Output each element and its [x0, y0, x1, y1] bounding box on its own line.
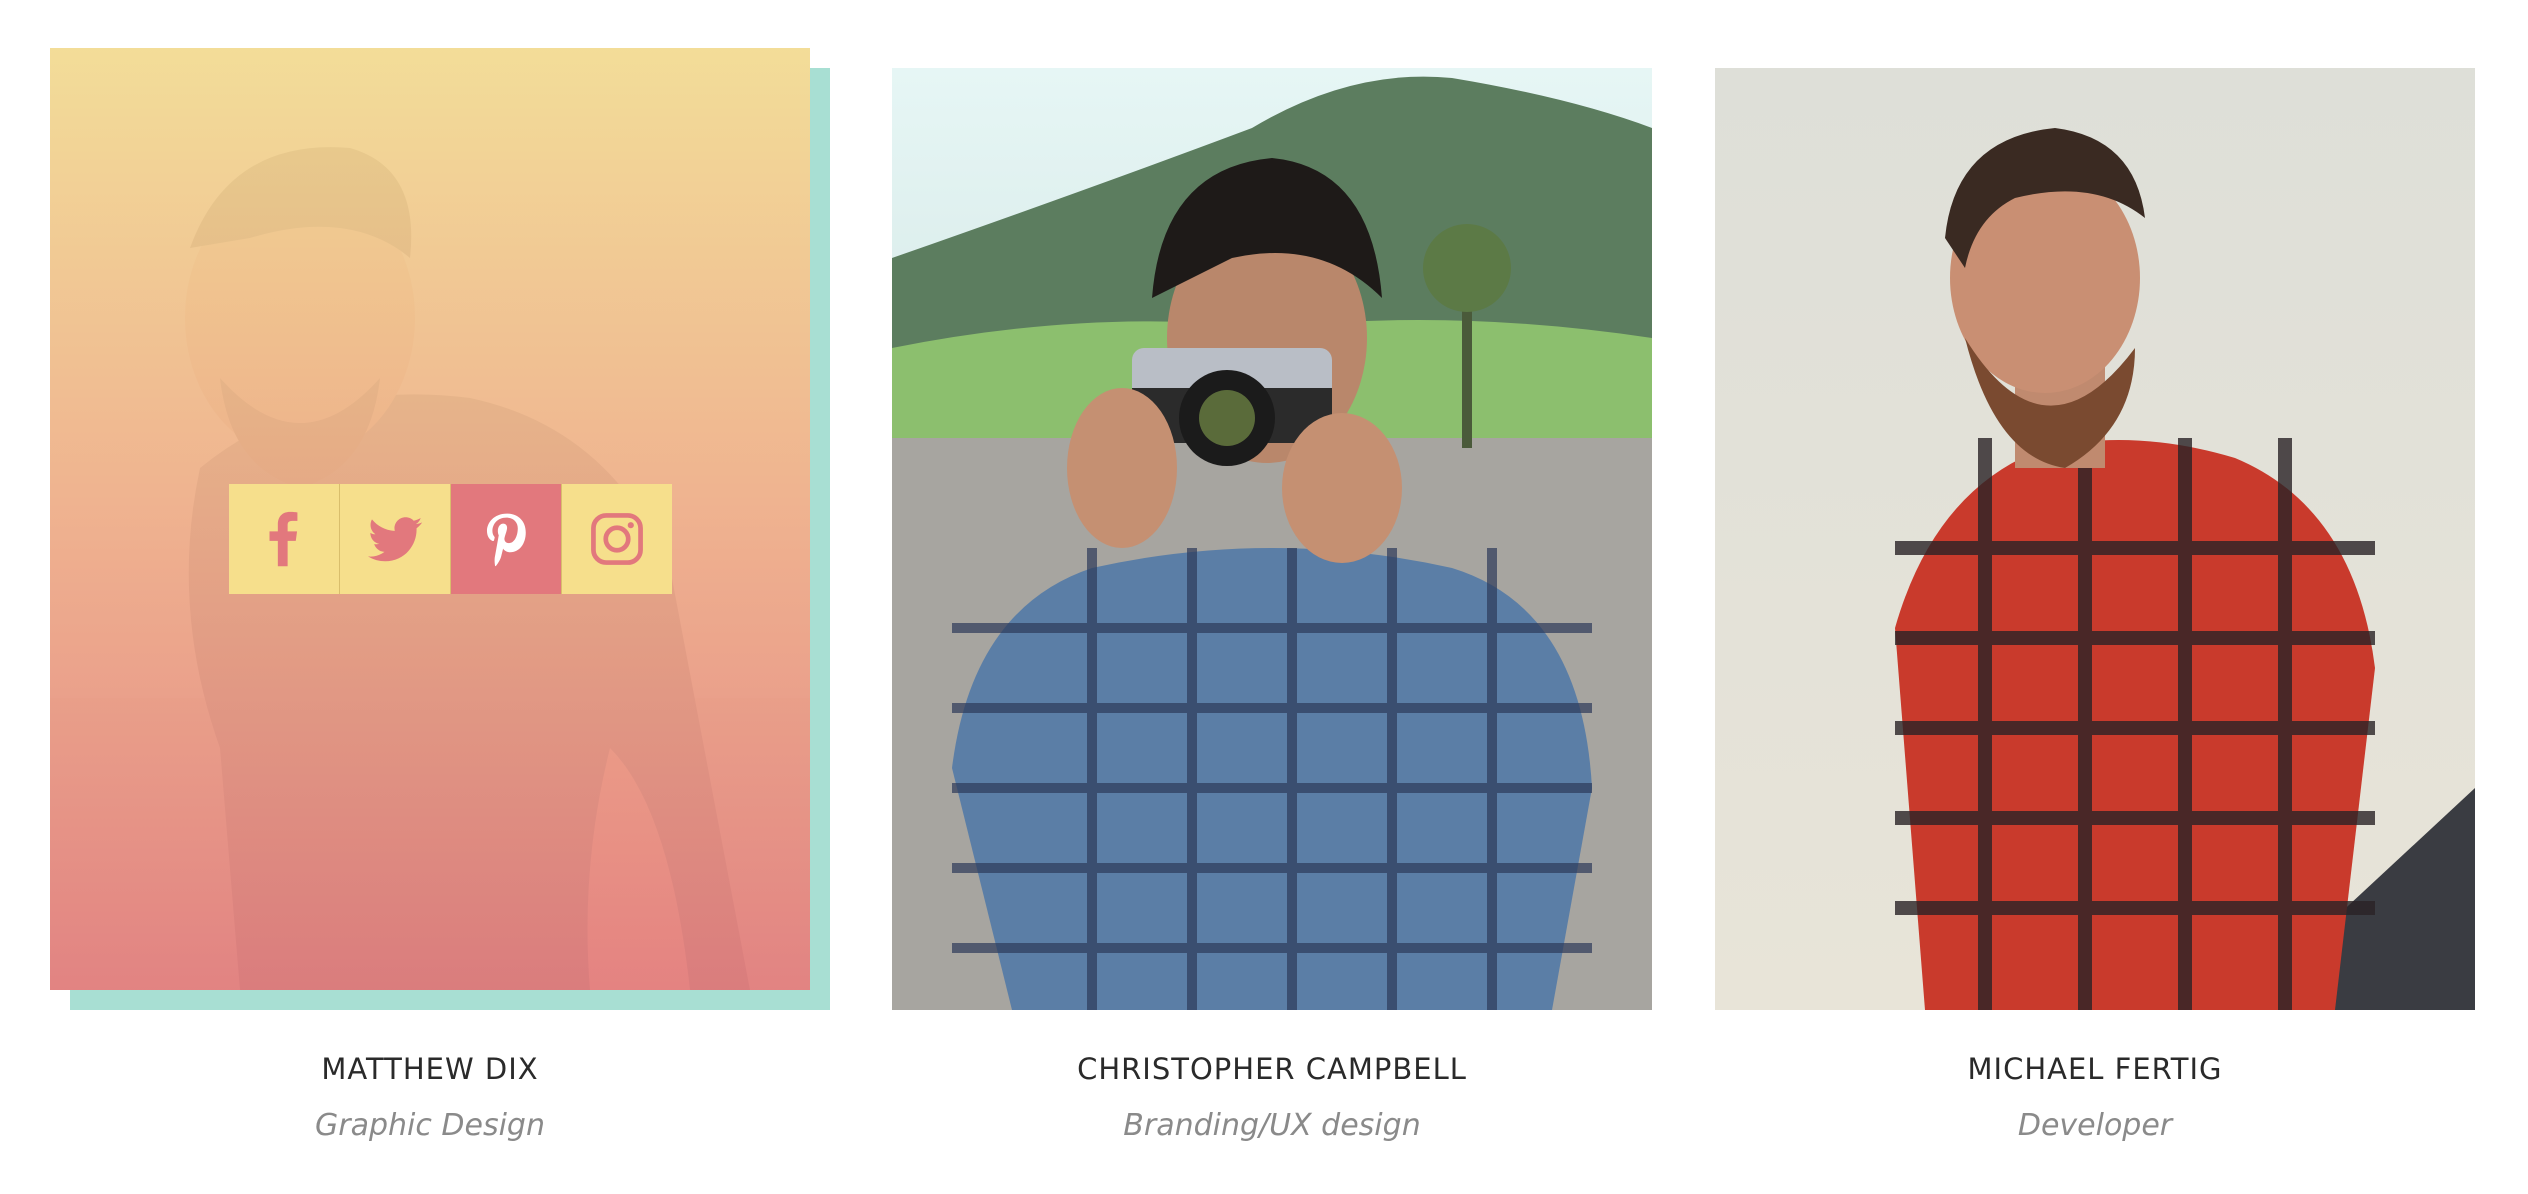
- member-photo[interactable]: [892, 68, 1652, 1010]
- team-member-card[interactable]: CHRISTOPHER CAMPBELL Branding/UX design: [892, 0, 1652, 1194]
- member-role: Branding/UX design: [1123, 1108, 1421, 1143]
- member-photo[interactable]: [1715, 68, 2475, 1010]
- member-name: CHRISTOPHER CAMPBELL: [1077, 1052, 1467, 1086]
- photo-illustration: [1715, 68, 2475, 1010]
- facebook-button[interactable]: [229, 484, 340, 594]
- facebook-icon: [269, 511, 298, 567]
- team-member-card[interactable]: MICHAEL FERTIG Developer: [1715, 0, 2475, 1194]
- team-member-card[interactable]: MATTHEW DIX Graphic Design: [50, 0, 830, 1194]
- member-name: MATTHEW DIX: [321, 1052, 539, 1086]
- member-name: MICHAEL FERTIG: [1967, 1052, 2223, 1086]
- member-photo-frame: [1715, 68, 2475, 1010]
- member-photo[interactable]: [50, 48, 810, 990]
- member-photo-frame: [50, 48, 830, 1010]
- team-section: MATTHEW DIX Graphic Design CHRISTOPHER C…: [0, 0, 2528, 1194]
- instagram-button[interactable]: [562, 484, 672, 594]
- photo-illustration: [892, 68, 1652, 1010]
- pinterest-button[interactable]: [451, 484, 562, 594]
- member-role: Graphic Design: [315, 1108, 545, 1143]
- member-photo-frame: [892, 68, 1652, 1010]
- twitter-button[interactable]: [340, 484, 451, 594]
- instagram-icon: [591, 513, 643, 565]
- social-links: [229, 484, 672, 594]
- pinterest-icon: [486, 513, 526, 567]
- twitter-icon: [367, 517, 423, 562]
- member-role: Developer: [2017, 1108, 2173, 1143]
